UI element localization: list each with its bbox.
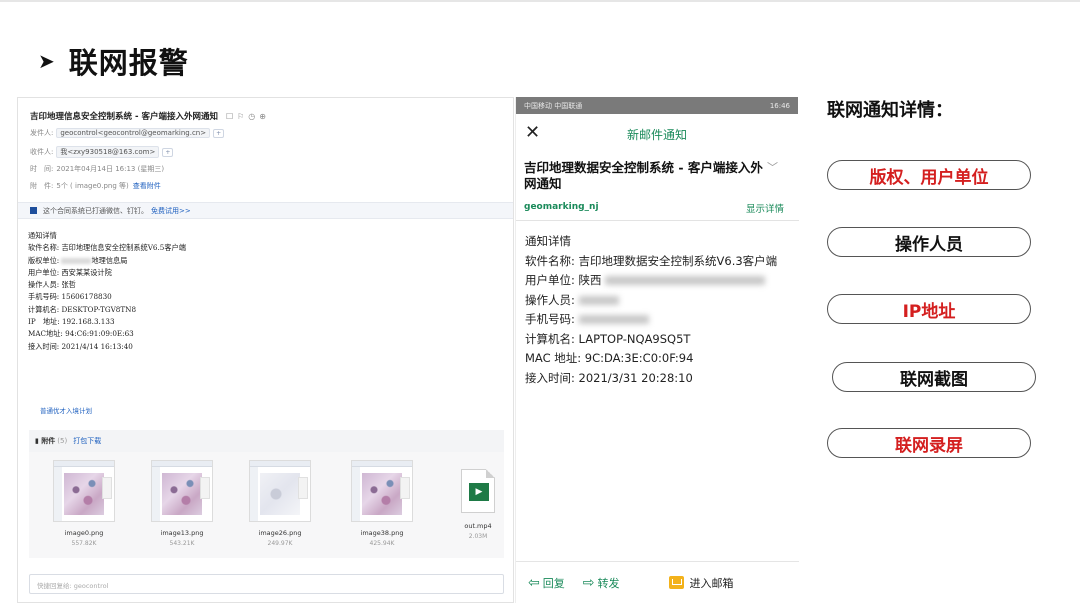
mailbox-icon	[669, 576, 685, 589]
enter-mailbox-button[interactable]: 进入邮箱	[669, 575, 733, 591]
nav-title: 新邮件通知	[626, 127, 687, 142]
add-contact-button[interactable]: +	[213, 128, 225, 138]
email-panel: 吉印地理信息安全控制系统 - 客户端接入外网通知 ☐ ⚐ ◷ ⊕ 发件人: ge…	[17, 97, 514, 603]
more-icon[interactable]: ⊕	[259, 112, 266, 121]
attachments-list: image0.png 557.82K image13.png 543.21K i…	[29, 452, 504, 558]
close-icon[interactable]: ✕	[525, 122, 540, 143]
quick-reply-input[interactable]: 快捷回复给: geocontrol	[29, 574, 504, 594]
sender-name: geomarking_nj	[524, 202, 599, 212]
carrier-text: 中国移动 中国联通	[524, 101, 583, 110]
image-thumbnail	[351, 460, 413, 522]
details-title: 联网通知详情：	[827, 100, 953, 121]
redacted-text	[61, 257, 92, 264]
slide-title: 联网报警	[68, 46, 189, 80]
flag-icon[interactable]: ⚐	[237, 112, 244, 121]
email-attach-row: 附 件: 5个 ( image0.png 等) 查看附件	[30, 181, 161, 191]
chevron-down-icon[interactable]: ﹀	[767, 159, 778, 175]
attachments-header: ▮ 附件 (5) 打包下载	[29, 430, 504, 452]
redacted-text	[605, 276, 766, 285]
forward-button[interactable]: ⇨ 转发	[583, 575, 620, 591]
phone-mail-body: 通知详情 软件名称: 吉印地理数据安全控制系统V6.3客户端 用户单位: 陕西 …	[525, 232, 790, 388]
free-trial-link[interactable]: 免费试用>>	[151, 206, 191, 216]
operator-line: 操作人员:	[525, 291, 790, 311]
to-chip[interactable]: 我<zxy930518@163.com>	[56, 146, 160, 158]
slide-heading: ➤ 联网报警	[38, 40, 189, 82]
phone-mail-title: 吉印地理数据安全控制系统 - 客户端接入外网通知	[524, 160, 763, 191]
email-subject-row: 吉印地理信息安全控制系统 - 客户端接入外网通知 ☐ ⚐ ◷ ⊕	[30, 110, 266, 123]
add-recipient-button[interactable]: +	[162, 147, 174, 157]
image-thumbnail	[53, 460, 115, 522]
unit-line: 用户单位: 陕西	[525, 271, 790, 291]
detail-pill-operator: 操作人员	[827, 227, 1031, 257]
forward-icon: ⇨	[582, 574, 595, 591]
email-from-row: 发件人: geocontrol<geocontrol@geomarking.cn…	[30, 128, 225, 138]
status-bar: 中国移动 中国联通 16:46	[516, 97, 798, 114]
email-to-row: 收件人: 我<zxy930518@163.com> +	[30, 146, 174, 158]
attachment-item[interactable]: ▶ out.mp4 2.03M	[443, 460, 513, 540]
email-subject: 吉印地理信息安全控制系统 - 客户端接入外网通知	[30, 112, 218, 122]
copyright-line: 版权单位: 地理信息局	[28, 255, 128, 265]
clock-icon[interactable]: ◷	[248, 112, 255, 121]
phone-nav-bar: ✕ 新邮件通知	[516, 114, 798, 154]
video-file-icon: ▶	[461, 469, 495, 513]
clock-text: 16:46	[769, 101, 790, 110]
top-divider	[0, 0, 1080, 2]
phone-bottom-bar: ⇦ 回复 ⇨ 转发 进入邮箱	[516, 561, 799, 603]
view-attachments-link[interactable]: 查看附件	[133, 181, 161, 191]
show-details-link[interactable]: 显示详情	[746, 201, 784, 215]
bullet-arrow-icon: ➤	[38, 49, 55, 73]
phone-line: 手机号码:	[525, 310, 790, 330]
redacted-text	[578, 295, 619, 305]
promo-notice: 这个合同系统已打通微信、钉钉。 免费试用>>	[18, 202, 513, 219]
email-time-row: 时 间: 2021年04月14日 16:13 (星期三)	[30, 165, 165, 173]
from-chip[interactable]: geocontrol<geocontrol@geomarking.cn>	[56, 128, 211, 138]
pack-download-link[interactable]: 打包下载	[73, 436, 101, 446]
attachment-item[interactable]: image0.png 557.82K	[49, 460, 119, 547]
notice-icon	[30, 207, 37, 214]
detail-pill-screenshot: 联网截图	[832, 362, 1036, 392]
attachment-item[interactable]: image13.png 543.21K	[147, 460, 217, 547]
detail-pill-copyright: 版权、用户单位	[827, 160, 1031, 190]
email-toolbar-icons: ☐ ⚐ ◷ ⊕	[226, 112, 266, 121]
attach-summary: 5个 ( image0.png 等)	[56, 182, 129, 190]
detail-pill-ip: IP地址	[827, 294, 1031, 324]
bookmark-icon[interactable]: ☐	[226, 112, 233, 121]
image-thumbnail	[249, 460, 311, 522]
redacted-text	[578, 315, 649, 324]
detail-pill-recording: 联网录屏	[827, 428, 1031, 458]
divider	[516, 220, 799, 221]
email-body: 通知详情 软件名称: 吉印地理信息安全控制系统V6.5客户端 版权单位: 地理信…	[28, 231, 186, 351]
image-thumbnail	[151, 460, 213, 522]
attachment-item[interactable]: image26.png 249.97K	[245, 460, 315, 547]
phone-panel: 中国移动 中国联通 16:46 ✕ 新邮件通知 吉印地理数据安全控制系统 - 客…	[515, 97, 799, 603]
attachment-item[interactable]: image38.png 425.94K	[347, 460, 417, 547]
reply-button[interactable]: ⇦ 回复	[528, 575, 565, 591]
footer-link[interactable]: 普通优才入境计划	[40, 405, 92, 415]
reply-icon: ⇦	[528, 574, 540, 591]
